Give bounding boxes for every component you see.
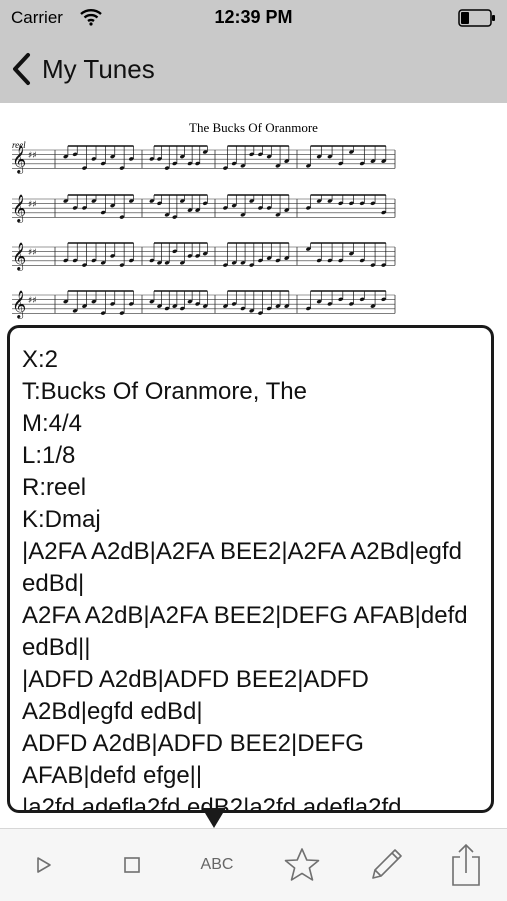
battery-icon: [458, 9, 495, 27]
pencil-icon: [372, 849, 402, 879]
edit-button[interactable]: [362, 829, 410, 901]
stop-icon: [124, 857, 140, 873]
chevron-left-icon: [13, 53, 30, 85]
abc-line: X:2: [22, 346, 59, 373]
key-signature: ♯♯: [28, 200, 37, 210]
stop-button[interactable]: [108, 829, 156, 901]
treble-clef: 𝄞: [12, 194, 26, 223]
abc-line: A2FA A2dB|A2FA BEE2|DEFG AFAB|defd edBd|…: [22, 602, 475, 661]
treble-clef: 𝄞: [12, 242, 26, 271]
staff: [12, 246, 395, 266]
share-icon: [452, 843, 480, 886]
popover-arrow: [202, 808, 226, 828]
key-signature: ♯♯: [28, 296, 37, 306]
abc-line: ADFD A2dB|ADFD BEE2|DEFG AFAB|defd efge|…: [22, 730, 370, 789]
favorite-button[interactable]: [278, 829, 326, 901]
abc-popover[interactable]: X:2 T:Bucks Of Oranmore, The M:4/4 L:1/8…: [10, 328, 491, 810]
treble-clef: 𝄞: [12, 290, 26, 319]
abc-notation-text: X:2 T:Bucks Of Oranmore, The M:4/4 L:1/8…: [10, 328, 491, 810]
status-time: 12:39 PM: [214, 7, 293, 27]
play-button[interactable]: [20, 829, 68, 901]
treble-clef: 𝄞: [12, 145, 26, 174]
play-icon: [37, 857, 51, 873]
key-signature: ♯♯: [28, 248, 37, 258]
staff: [12, 294, 395, 314]
abc-line: R:reel: [22, 474, 87, 501]
abc-button[interactable]: ABC: [192, 829, 242, 901]
abc-line: |ADFD A2dB|ADFD BEE2|ADFD A2Bd|egfd edBd…: [22, 666, 375, 725]
navigation-bar: My Tunes: [0, 36, 507, 103]
abc-line: M:4/4: [22, 410, 83, 437]
star-icon: [284, 848, 320, 881]
music-staves: 𝄞 ♯♯𝄞 ♯♯𝄞 ♯♯𝄞 ♯♯: [12, 145, 396, 319]
staff: [12, 198, 395, 218]
back-button-label: My Tunes: [42, 53, 155, 84]
abc-line: |A2FA A2dB|A2FA BEE2|A2FA A2Bd|egfd edBd…: [22, 538, 469, 597]
abc-button-label: ABC: [200, 856, 234, 873]
share-button[interactable]: [442, 829, 490, 901]
bottom-toolbar: ABC: [0, 828, 507, 901]
status-bar: Carrier 12:39 PM: [0, 0, 507, 36]
abc-line: T:Bucks Of Oranmore, The: [22, 378, 307, 405]
back-button[interactable]: My Tunes: [10, 51, 155, 87]
abc-line: L:1/8: [22, 442, 76, 469]
sheet-music: The Bucks Of Oranmore reel 𝄞 ♯♯ 𝄞 ♯♯ 𝄞 ♯♯ 𝄞 ♯♯: [0, 103, 507, 343]
abc-line: K:Dmaj: [22, 506, 101, 533]
key-signature: ♯♯: [28, 151, 37, 161]
